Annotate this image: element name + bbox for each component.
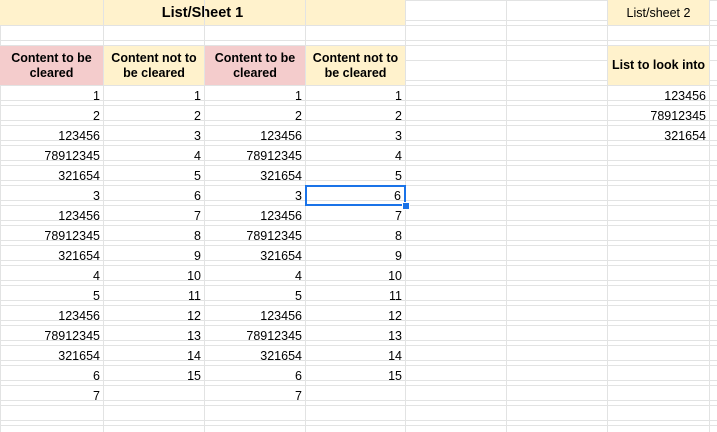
sheet1-cell[interactable]: 321654 [205,166,305,185]
sheet1-cell[interactable]: 6 [0,366,103,385]
sheet1-cell[interactable]: 7 [104,206,204,225]
row-gridline [0,425,717,426]
sheet1-cell[interactable]: 5 [104,166,204,185]
sheet1-cell[interactable]: 7 [306,206,405,225]
sheet1-cell[interactable]: 123456 [205,206,305,225]
sheet1-cell[interactable]: 3 [104,126,204,145]
sheet1-cell[interactable]: 14 [104,346,204,365]
sheet1-cell[interactable]: 7 [0,386,103,405]
sheet1-title[interactable]: List/Sheet 1 [0,0,406,26]
sheet1-header-3[interactable]: Content to be cleared [205,46,305,85]
sheet1-header-1[interactable]: Content to be cleared [0,46,103,85]
row-gridline [0,405,717,406]
sheet1-cell[interactable]: 10 [104,266,204,285]
sheet1-cell[interactable]: 7 [205,386,305,405]
sheet1-cell[interactable]: 5 [306,166,405,185]
selected-cell[interactable]: 6 [305,185,406,206]
sheet1-cell[interactable]: 15 [306,366,405,385]
sheet1-cell[interactable]: 1 [205,86,305,105]
sheet1-cell[interactable]: 1 [104,86,204,105]
column-gridline [405,0,406,432]
sheet1-cell[interactable]: 2 [306,106,405,125]
sheet1-cell[interactable]: 1 [0,86,103,105]
sheet1-cell[interactable]: 8 [104,226,204,245]
sheet1-cell[interactable]: 5 [0,286,103,305]
sheet1-cell[interactable]: 14 [306,346,405,365]
sheet1-cell[interactable]: 321654 [0,166,103,185]
sheet1-header-4[interactable]: Content not to be cleared [306,46,405,85]
sheet2-title[interactable]: List/sheet 2 [608,0,709,26]
sheet1-cell[interactable]: 15 [104,366,204,385]
sheet1-cell[interactable]: 8 [306,226,405,245]
sheet2-cell[interactable]: 321654 [608,126,709,145]
sheet2-header[interactable]: List to look into [608,46,709,85]
sheet1-cell[interactable]: 6 [104,186,204,205]
sheet1-cell[interactable]: 321654 [205,346,305,365]
sheet1-cell[interactable]: 78912345 [0,146,103,165]
sheet1-cell[interactable]: 78912345 [0,226,103,245]
sheet1-cell[interactable]: 123456 [205,126,305,145]
sheet1-cell[interactable]: 3 [0,186,103,205]
column-gridline [709,0,710,432]
sheet1-cell[interactable]: 123456 [205,306,305,325]
sheet1-cell[interactable]: 11 [306,286,405,305]
sheet1-cell[interactable]: 11 [104,286,204,305]
sheet1-cell[interactable]: 2 [205,106,305,125]
sheet1-cell[interactable]: 78912345 [205,326,305,345]
sheet1-header-2[interactable]: Content not to be cleared [104,46,204,85]
sheet1-cell[interactable]: 123456 [0,306,103,325]
sheet1-cell[interactable]: 2 [104,106,204,125]
sheet1-cell[interactable]: 13 [306,326,405,345]
row-gridline [0,25,717,26]
sheet1-cell[interactable]: 4 [306,146,405,165]
sheet1-cell[interactable]: 78912345 [205,226,305,245]
spreadsheet-grid[interactable]: List/Sheet 1 List/sheet 2 Content to be … [0,0,717,432]
sheet1-cell[interactable]: 321654 [0,346,103,365]
sheet1-cell[interactable]: 10 [306,266,405,285]
sheet1-cell[interactable]: 5 [205,286,305,305]
sheet1-cell[interactable] [104,386,204,405]
sheet2-cell[interactable]: 123456 [608,86,709,105]
sheet1-cell[interactable]: 321654 [0,246,103,265]
sheet1-cell[interactable]: 321654 [205,246,305,265]
sheet2-cell[interactable]: 78912345 [608,106,709,125]
sheet1-cell[interactable]: 2 [0,106,103,125]
sheet1-cell[interactable]: 12 [104,306,204,325]
sheet1-cell[interactable]: 4 [205,266,305,285]
sheet1-cell[interactable]: 13 [104,326,204,345]
sheet1-cell[interactable]: 9 [104,246,204,265]
sheet1-cell[interactable]: 4 [0,266,103,285]
sheet1-cell[interactable]: 123456 [0,206,103,225]
sheet1-cell[interactable]: 4 [104,146,204,165]
sheet1-cell[interactable]: 1 [306,86,405,105]
sheet1-cell[interactable]: 78912345 [0,326,103,345]
sheet1-cell[interactable]: 3 [205,186,305,205]
sheet1-cell[interactable]: 123456 [0,126,103,145]
sheet1-cell[interactable]: 78912345 [205,146,305,165]
sheet1-cell[interactable]: 6 [205,366,305,385]
sheet1-cell[interactable]: 9 [306,246,405,265]
sheet1-cell[interactable] [306,386,405,405]
sheet1-cell[interactable]: 12 [306,306,405,325]
sheet1-cell[interactable]: 3 [306,126,405,145]
column-gridline [506,0,507,432]
